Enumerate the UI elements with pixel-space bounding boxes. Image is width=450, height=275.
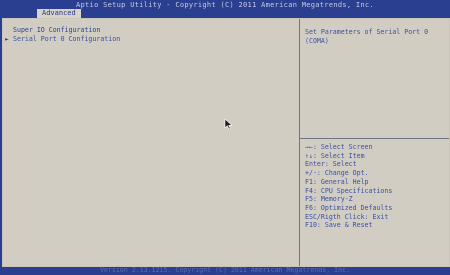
submenu-arrow-icon: ► <box>5 36 9 43</box>
menu-item-serial-port-0[interactable]: Serial Port 0 Configuration <box>13 35 120 44</box>
key-hint: F1: General Help <box>305 177 369 186</box>
menu-item-super-io[interactable]: Super IO Configuration <box>13 26 100 35</box>
vertical-divider <box>299 19 300 266</box>
tab-advanced[interactable]: Advanced <box>37 9 81 18</box>
help-text: Set Parameters of Serial Port 0 (COMA) <box>305 28 429 45</box>
key-hint: F4: CPU Specifications <box>305 186 393 195</box>
key-hint: ↑↓: Select Item <box>305 151 365 160</box>
key-hint: Enter: Select <box>305 160 357 169</box>
key-hint: F5: Memory-Z <box>305 195 353 204</box>
key-hint: F10: Save & Reset <box>305 221 373 230</box>
setup-frame: Super IO Configuration ► Serial Port 0 C… <box>2 18 450 267</box>
key-legend: →←: Select Screen ↑↓: Select Item Enter:… <box>305 143 392 230</box>
key-hint: +/-: Change Opt. <box>305 169 369 178</box>
menu-panel: Super IO Configuration ► Serial Port 0 C… <box>3 19 299 266</box>
version-footer: Version 2.13.1215. Copyright (C) 2011 Am… <box>99 266 351 274</box>
key-hint: →←: Select Screen <box>305 143 373 151</box>
mouse-pointer-icon <box>224 118 233 130</box>
key-hint: ESC/Rigth Click: Exit <box>305 212 389 221</box>
key-hint: F6: Optimized Defaults <box>305 203 393 212</box>
horizontal-divider <box>300 138 449 139</box>
